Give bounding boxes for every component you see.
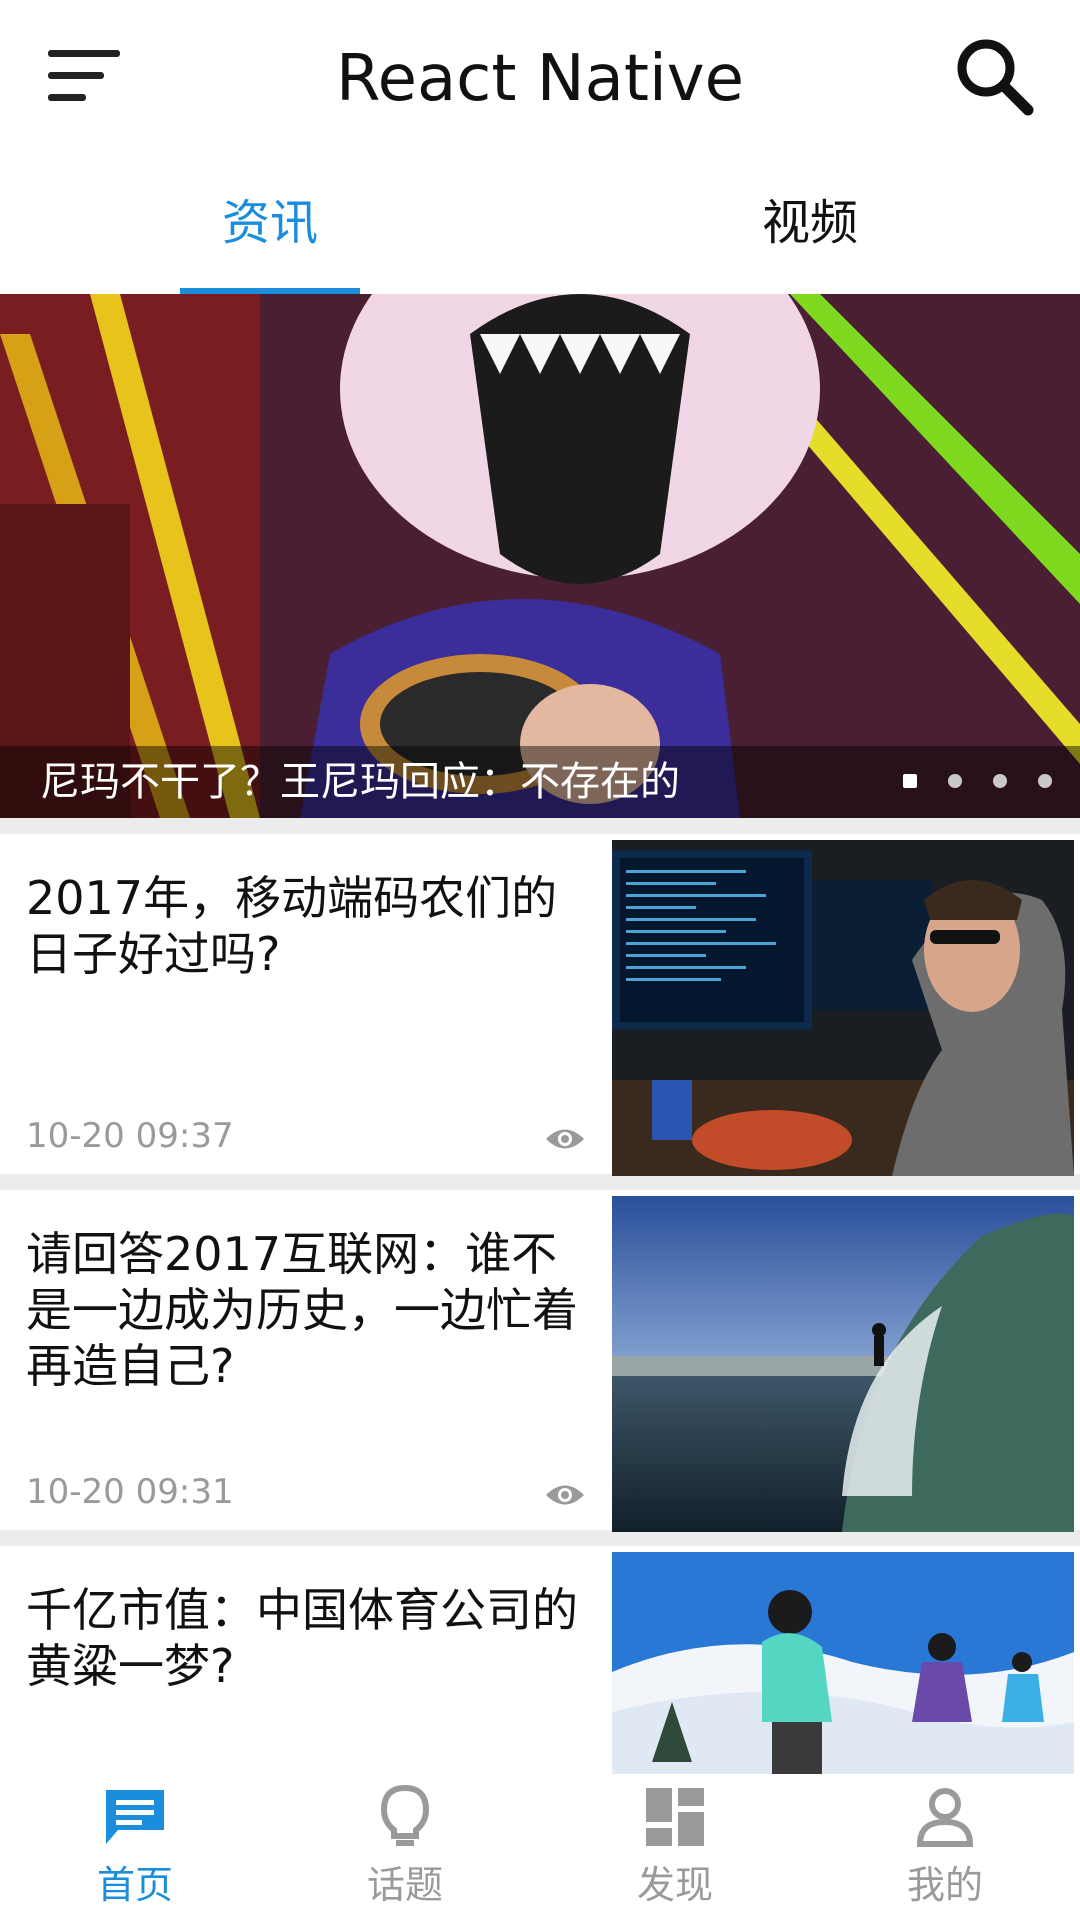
app-header: React Native xyxy=(0,0,1080,158)
news-thumbnail xyxy=(612,1196,1074,1532)
message-icon xyxy=(106,1790,164,1844)
carousel-dot[interactable] xyxy=(992,774,1007,788)
news-time: 10-20 09:37 xyxy=(26,1116,234,1156)
news-title: 请回答2017互联网：谁不是一边成为历史，一边忙着再造自己? xyxy=(26,1227,578,1393)
person-icon xyxy=(916,1788,974,1847)
carousel-dot[interactable] xyxy=(902,774,917,788)
nav-item-home[interactable]: 首页 xyxy=(0,1774,270,1920)
nav-item-me[interactable]: 我的 xyxy=(810,1774,1080,1920)
surfer-image xyxy=(612,1196,1074,1532)
lightbulb-icon xyxy=(380,1784,430,1846)
eye-icon xyxy=(546,1485,584,1505)
banner-image xyxy=(0,294,1080,818)
app-screen: React Native 资讯 视频 尼玛不干了？王尼玛回应：不存在的 2017… xyxy=(0,0,1080,1920)
carousel-dot[interactable] xyxy=(1038,774,1052,788)
nav-item-topics[interactable]: 话题 xyxy=(270,1774,540,1920)
eye-icon xyxy=(546,1129,584,1149)
banner-carousel[interactable]: 尼玛不干了？王尼玛回应：不存在的 xyxy=(0,294,1080,818)
news-item[interactable]: 千亿市值：中国体育公司的黄粱一梦? xyxy=(0,1546,1080,1774)
banner-caption: 尼玛不干了？王尼玛回应：不存在的 xyxy=(40,759,680,805)
nav-label: 首页 xyxy=(96,1863,173,1907)
banner-caption-bar: 尼玛不干了？王尼玛回应：不存在的 xyxy=(0,746,1080,818)
coder-image xyxy=(612,840,1074,1176)
tab-news[interactable]: 资讯 xyxy=(0,158,540,294)
nav-label: 话题 xyxy=(366,1863,443,1907)
skiers-image xyxy=(612,1552,1074,1774)
news-title: 2017年，移动端码农们的日子好过吗? xyxy=(26,871,558,981)
nav-label: 我的 xyxy=(906,1863,983,1907)
search-button[interactable] xyxy=(944,26,1044,126)
nav-label: 发现 xyxy=(636,1863,713,1907)
nav-item-discover[interactable]: 发现 xyxy=(540,1774,810,1920)
news-thumbnail xyxy=(612,1552,1074,1774)
news-title: 千亿市值：中国体育公司的黄粱一梦? xyxy=(26,1583,578,1693)
tab-bar: 资讯 视频 xyxy=(0,158,1080,294)
bottom-nav: 首页 话题 发现 我的 xyxy=(0,1774,1080,1920)
news-item[interactable]: 2017年，移动端码农们的日子好过吗? 10-20 09:37 xyxy=(0,834,1080,1176)
page-title: React Native xyxy=(335,42,745,116)
search-icon xyxy=(957,39,1034,116)
carousel-dot[interactable] xyxy=(947,774,962,788)
carousel-indicator xyxy=(877,774,1052,790)
tab-video[interactable]: 视频 xyxy=(540,158,1080,294)
news-list[interactable]: 2017年，移动端码农们的日子好过吗? 10-20 09:37 请回答2017互… xyxy=(0,818,1080,1774)
news-item[interactable]: 请回答2017互联网：谁不是一边成为历史，一边忙着再造自己? 10-20 09:… xyxy=(0,1190,1080,1532)
news-time: 10-20 09:31 xyxy=(26,1472,234,1512)
news-thumbnail xyxy=(612,840,1074,1176)
dashboard-icon xyxy=(646,1788,704,1846)
